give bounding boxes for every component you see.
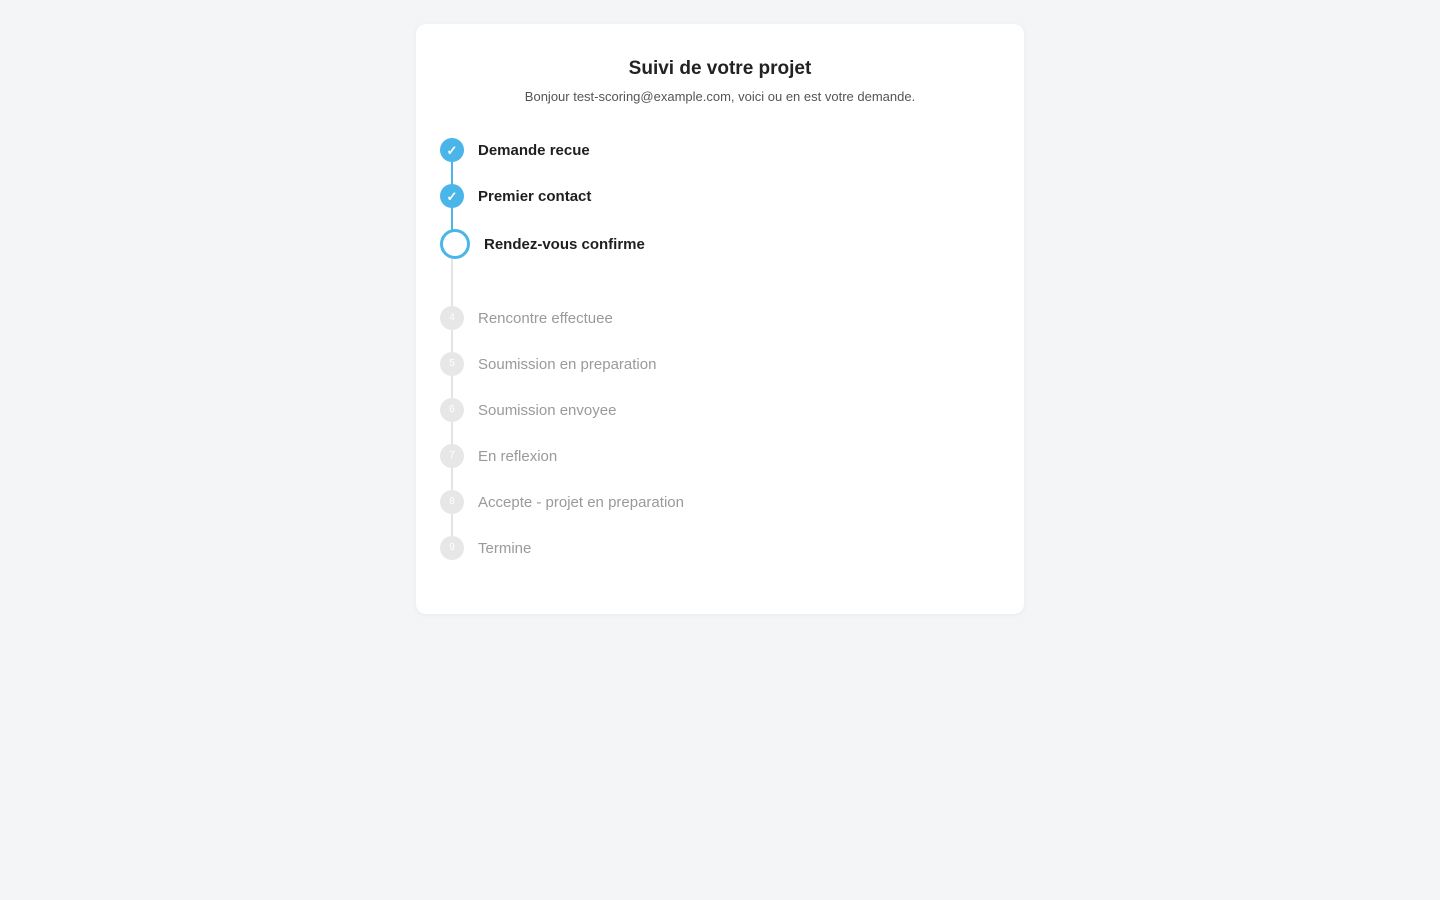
step-connector	[451, 162, 453, 184]
step-label: Soumission en preparation	[478, 355, 657, 373]
step-accepte-projet-en-preparation: 8 Accepte - projet en preparation	[440, 490, 684, 514]
step-connector	[451, 259, 453, 307]
step-connector	[451, 512, 453, 536]
step-connector	[451, 374, 453, 398]
step-number: 9	[440, 536, 464, 560]
step-label: Demande recue	[478, 141, 590, 159]
step-demande-recue: ✓ Demande recue	[440, 138, 590, 162]
step-connector	[451, 466, 453, 490]
step-rendez-vous-confirme: Rendez-vous confirme	[440, 228, 645, 260]
step-label: Rencontre effectuee	[478, 309, 613, 327]
step-label: Accepte - projet en preparation	[478, 493, 684, 511]
step-soumission-en-preparation: 5 Soumission en preparation	[440, 352, 656, 376]
step-premier-contact: ✓ Premier contact	[440, 184, 591, 208]
page-title: Suivi de votre projet	[628, 58, 812, 79]
step-connector	[451, 420, 453, 444]
step-rencontre-effectuee: 4 Rencontre effectuee	[440, 306, 613, 330]
step-number: 5	[440, 352, 464, 376]
step-connector	[451, 208, 453, 230]
step-label: Termine	[478, 539, 532, 557]
ring-icon	[440, 229, 470, 259]
step-label: En reflexion	[478, 447, 558, 465]
progress-stepper: ✓ Demande recue ✓ Premier contact Rendez…	[440, 138, 1000, 560]
step-number: 8	[440, 490, 464, 514]
check-icon: ✓	[440, 184, 464, 208]
step-number: 7	[440, 444, 464, 468]
step-number: 4	[440, 306, 464, 330]
step-connector	[451, 328, 453, 352]
step-en-reflexion: 7 En reflexion	[440, 444, 557, 468]
project-tracking-card: Suivi de votre projet Bonjour test-scori…	[416, 24, 1024, 614]
step-soumission-envoyee: 6 Soumission envoyee	[440, 398, 616, 422]
step-label: Rendez-vous confirme	[484, 235, 645, 253]
greeting-subtitle: Bonjour test-scoring@example.com, voici …	[524, 89, 916, 104]
step-number: 6	[440, 398, 464, 422]
check-icon: ✓	[440, 138, 464, 162]
step-label: Soumission envoyee	[478, 401, 617, 419]
step-termine: 9 Termine	[440, 536, 531, 560]
step-label: Premier contact	[478, 187, 592, 205]
